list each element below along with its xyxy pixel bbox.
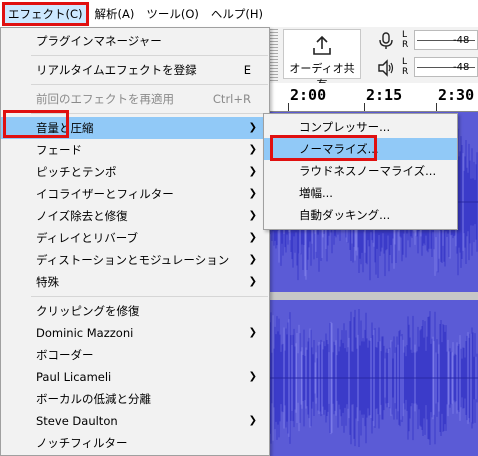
play-meter-channels: LR [402, 57, 409, 77]
submenu-arrow-icon: ❯ [248, 144, 257, 155]
track-separator[interactable] [268, 292, 478, 300]
share-audio-button[interactable]: オーディオ共有 [283, 29, 361, 91]
submenu-arrow-icon: ❯ [248, 166, 257, 177]
menu-effect[interactable]: エフェクト(C) [2, 1, 89, 26]
menu-item-eq-filters[interactable]: イコライザーとフィルター ❯ [1, 183, 269, 205]
submenu-arrow-icon: ❯ [248, 415, 257, 426]
submenu-arrow-icon: ❯ [248, 327, 257, 338]
submenu-item-auto-duck[interactable]: 自動ダッキング... [264, 204, 457, 226]
menu-item-repeat-last: 前回のエフェクトを再適用 Ctrl+R [36, 92, 251, 106]
menu-tools[interactable]: ツール(O) [140, 2, 205, 26]
toolbar-grip[interactable] [270, 29, 278, 81]
submenu-arrow-icon: ❯ [248, 276, 257, 287]
menu-item-vocoder[interactable]: ボコーダー [1, 344, 269, 366]
submenu-item-compressor[interactable]: コンプレッサー... [264, 116, 457, 138]
submenu-item-loudness-normalize[interactable]: ラウドネスノーマライズ... [264, 160, 457, 182]
menu-item-steve-daulton[interactable]: Steve Daulton ❯ [1, 410, 269, 432]
submenu-arrow-icon: ❯ [248, 210, 257, 221]
menu-item-notch-filter[interactable]: ノッチフィルター [1, 432, 269, 454]
record-meter[interactable]: -48 [414, 30, 478, 50]
submenu-arrow-icon: ❯ [248, 371, 257, 382]
play-meter-db: -48 [453, 62, 470, 73]
submenu-item-normalize[interactable]: ノーマライズ... [264, 138, 457, 160]
menu-analyze[interactable]: 解析(A) [89, 2, 141, 26]
submenu-arrow-icon: ❯ [248, 188, 257, 199]
menu-item-vocal-reduction[interactable]: ボーカルの低減と分離 [1, 388, 269, 410]
menu-item-distortion-modulation[interactable]: ディストーションとモジュレーション ❯ [1, 249, 269, 271]
ruler-time: 2:15 [366, 86, 403, 104]
menu-separator [31, 55, 268, 56]
menu-separator [31, 84, 268, 85]
submenu-arrow-icon: ❯ [248, 122, 257, 133]
audio-track-waveform[interactable] [268, 300, 478, 456]
menu-item-register-realtime[interactable]: リアルタイムエフェクトを登録 E [1, 59, 269, 81]
menu-item-special[interactable]: 特殊 ❯ [1, 271, 269, 293]
submenu-item-amplify[interactable]: 増幅... [264, 182, 457, 204]
menu-help[interactable]: ヘルプ(H) [205, 2, 269, 26]
effect-menu: プラグインマネージャー リアルタイムエフェクトを登録 E 前回のエフェクトを再適用… [0, 27, 270, 456]
microphone-icon[interactable] [376, 31, 396, 51]
speaker-icon[interactable] [376, 58, 396, 78]
upload-icon [313, 35, 331, 55]
menu-item-dominic-mazzoni[interactable]: Dominic Mazzoni ❯ [1, 322, 269, 344]
menu-item-clip-fix[interactable]: クリッピングを修復 [1, 300, 269, 322]
ruler-time: 2:30 [438, 86, 475, 104]
record-meter-db: -48 [453, 35, 470, 46]
submenu-arrow-icon: ❯ [248, 254, 257, 265]
menu-item-plugin-manager[interactable]: プラグインマネージャー [1, 30, 269, 52]
ruler-time: 2:00 [290, 86, 327, 104]
timeline-ruler[interactable]: 2:00 2:15 2:30 [268, 83, 478, 112]
menu-item-delay-reverb[interactable]: ディレイとリバーブ ❯ [1, 227, 269, 249]
menu-separator [31, 113, 268, 114]
play-meter[interactable]: -48 [414, 57, 478, 77]
menu-bar: エフェクト(C) 解析(A) ツール(O) ヘルプ(H) [0, 0, 478, 27]
menu-item-fade[interactable]: フェード ❯ [1, 139, 269, 161]
submenu-arrow-icon: ❯ [248, 232, 257, 243]
record-meter-channels: LR [402, 30, 409, 50]
menu-item-noise-repair[interactable]: ノイズ除去と修復 ❯ [1, 205, 269, 227]
waveform [268, 309, 478, 447]
menu-item-volume-compression[interactable]: 音量と圧縮 ❯ [1, 117, 269, 139]
menu-item-pitch-tempo[interactable]: ピッチとテンポ ❯ [1, 161, 269, 183]
menu-item-paul-licameli[interactable]: Paul Licameli ❯ [1, 366, 269, 388]
menu-separator [31, 296, 268, 297]
volume-compression-submenu: コンプレッサー... ノーマライズ... ラウドネスノーマライズ... 増幅..… [263, 113, 458, 230]
